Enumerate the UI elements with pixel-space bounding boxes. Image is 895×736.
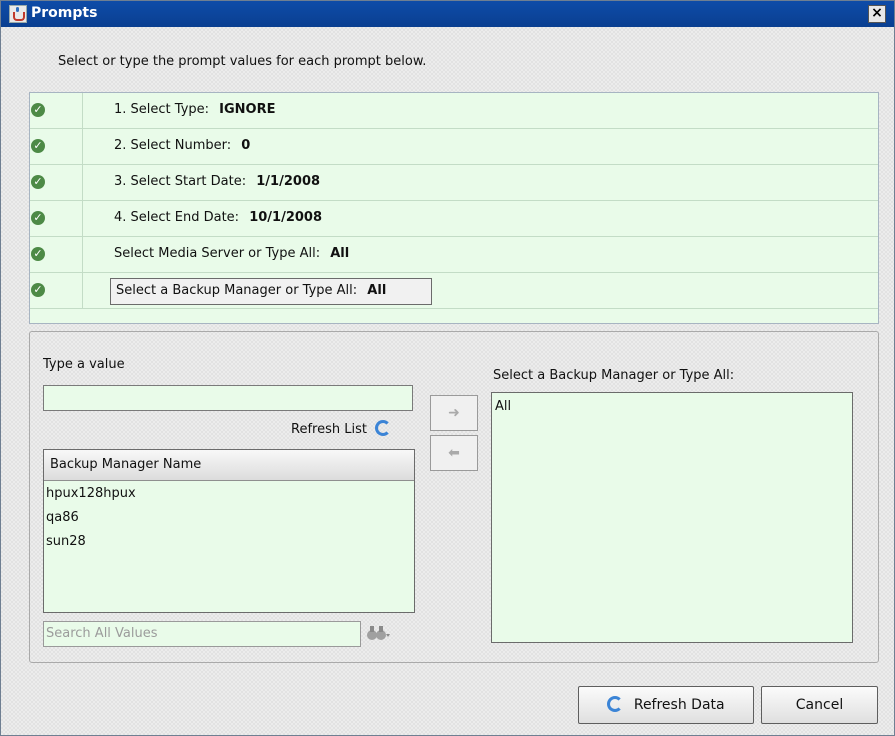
refresh-data-label: Refresh Data xyxy=(633,697,725,713)
prompt-label: 3. Select Start Date: xyxy=(114,174,247,189)
check-icon: ✓ xyxy=(31,175,45,189)
prompt-type: 1. Select Type: IGNORE xyxy=(114,102,276,117)
prompts-window: Prompts × Select or type the prompt valu… xyxy=(0,0,895,736)
java-cup-icon xyxy=(9,5,27,23)
close-button[interactable]: × xyxy=(868,5,886,23)
prompt-value: All xyxy=(367,283,387,298)
check-icon: ✓ xyxy=(31,247,45,261)
search-placeholder: Search All Values xyxy=(46,626,158,641)
selected-value-item[interactable]: All xyxy=(495,399,511,414)
check-icon: ✓ xyxy=(31,211,45,225)
prompt-value: IGNORE xyxy=(219,102,276,117)
prompt-end-date: 4. Select End Date: 10/1/2008 xyxy=(114,210,322,225)
check-icon: ✓ xyxy=(31,139,45,153)
refresh-list-label: Refresh List xyxy=(291,422,367,437)
prompt-value: 0 xyxy=(241,138,251,153)
divider xyxy=(82,93,83,128)
prompt-row-end-date[interactable]: ✓ 4. Select End Date: 10/1/2008 xyxy=(30,201,878,237)
divider xyxy=(82,201,83,236)
prompt-label: 1. Select Type: xyxy=(114,102,210,117)
prompt-row-start-date[interactable]: ✓ 3. Select Start Date: 1/1/2008 xyxy=(30,165,878,201)
type-value-label: Type a value xyxy=(43,357,125,372)
prompt-label: 2. Select Number: xyxy=(114,138,232,153)
refresh-data-button[interactable]: Refresh Data xyxy=(578,686,754,724)
prompt-value: All xyxy=(330,246,350,261)
prompt-row-type[interactable]: ✓ 1. Select Type: IGNORE xyxy=(30,93,878,129)
refresh-icon xyxy=(375,420,392,436)
prompts-panel: ✓ 1. Select Type: IGNORE ✓ 2. Select Num… xyxy=(29,92,879,324)
prompt-label: Select a Backup Manager or Type All: xyxy=(116,283,358,298)
search-input[interactable]: Search All Values xyxy=(43,621,361,647)
selected-values-list: All xyxy=(491,392,853,643)
window-title: Prompts xyxy=(31,5,98,21)
add-value-button[interactable]: ➜ xyxy=(430,395,478,431)
list-item[interactable]: hpux128hpux xyxy=(46,486,136,501)
prompt-value: 10/1/2008 xyxy=(249,210,323,225)
type-value-input[interactable] xyxy=(43,385,413,411)
prompt-value: 1/1/2008 xyxy=(256,174,321,189)
selected-values-label: Select a Backup Manager or Type All: xyxy=(493,368,735,383)
refresh-list-link[interactable]: Refresh List xyxy=(291,420,392,437)
column-header-label: Backup Manager Name xyxy=(50,457,202,472)
title-bar: Prompts × xyxy=(1,1,894,27)
backup-manager-list: Backup Manager Name hpux128hpux qa86 sun… xyxy=(43,449,415,613)
divider xyxy=(82,129,83,164)
prompt-number: 2. Select Number: 0 xyxy=(114,138,250,153)
instruction-text: Select or type the prompt values for eac… xyxy=(58,54,427,69)
prompt-start-date: 3. Select Start Date: 1/1/2008 xyxy=(114,174,320,189)
cancel-button[interactable]: Cancel xyxy=(761,686,878,724)
prompt-media-server: Select Media Server or Type All: All xyxy=(114,246,349,261)
list-column-header[interactable]: Backup Manager Name xyxy=(44,450,414,481)
divider xyxy=(82,165,83,200)
divider xyxy=(82,273,83,308)
list-item[interactable]: qa86 xyxy=(46,510,79,525)
binoculars-icon[interactable] xyxy=(366,624,392,642)
check-icon: ✓ xyxy=(31,103,45,117)
divider xyxy=(82,237,83,272)
prompt-row-number[interactable]: ✓ 2. Select Number: 0 xyxy=(30,129,878,165)
check-icon: ✓ xyxy=(31,283,45,297)
prompt-label: 4. Select End Date: xyxy=(114,210,240,225)
prompt-row-backup-manager[interactable]: ✓ Select a Backup Manager or Type All: A… xyxy=(30,273,878,309)
list-item[interactable]: sun28 xyxy=(46,534,86,549)
prompt-backup-manager: Select a Backup Manager or Type All: All xyxy=(116,283,386,298)
java-cup-body-icon xyxy=(13,12,25,21)
cancel-label: Cancel xyxy=(795,697,844,713)
remove-value-button[interactable]: ⬅ xyxy=(430,435,478,471)
prompt-row-media-server[interactable]: ✓ Select Media Server or Type All: All xyxy=(30,237,878,273)
refresh-icon xyxy=(607,696,624,712)
prompt-label: Select Media Server or Type All: xyxy=(114,246,321,261)
